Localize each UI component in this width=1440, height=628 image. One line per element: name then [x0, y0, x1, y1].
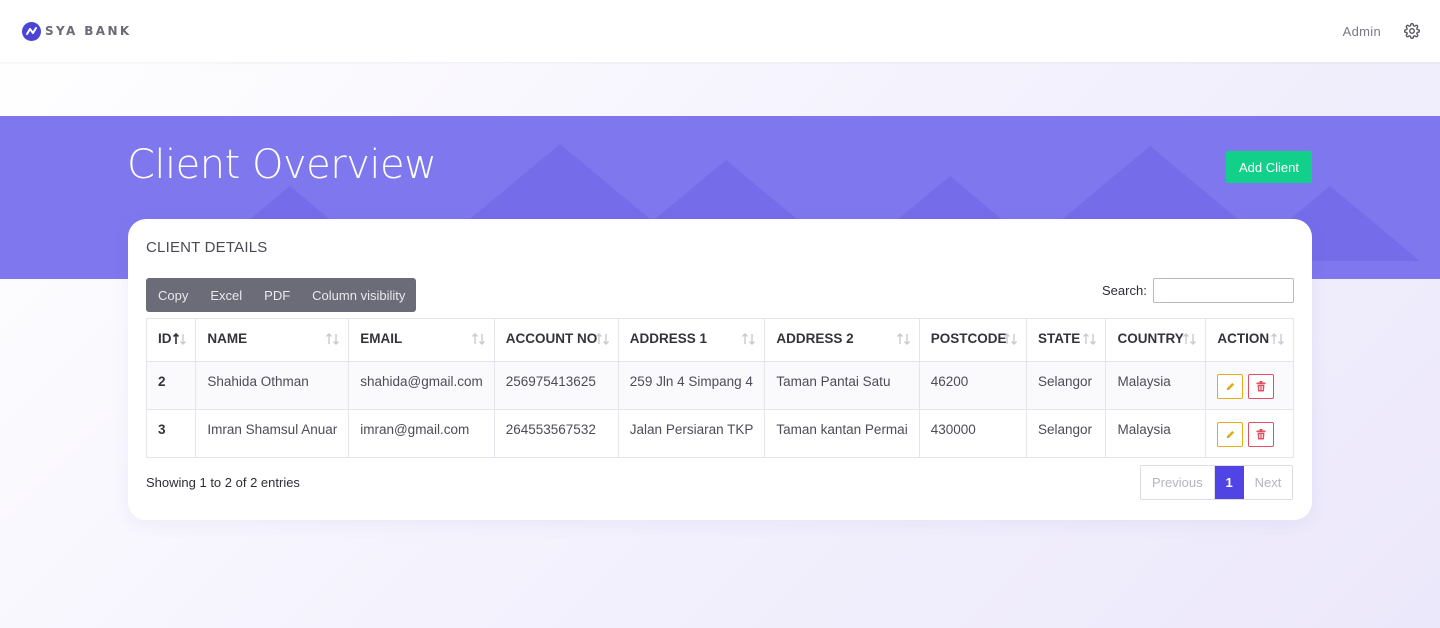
- brand[interactable]: SYA BANK: [22, 21, 132, 41]
- sort-arrows-icon: [1271, 333, 1284, 345]
- column-header-email[interactable]: EMAIL: [348, 318, 495, 362]
- card-title: CLIENT DETAILS: [146, 239, 268, 256]
- add-client-button[interactable]: Add Client: [1226, 151, 1312, 183]
- sort-arrows-icon: [595, 333, 609, 345]
- table-info: Showing 1 to 2 of 2 entries: [146, 475, 300, 490]
- cell-name: Imran Shamsul Anuar: [195, 409, 350, 458]
- trash-icon: [1256, 429, 1266, 440]
- sort-arrows-icon: [896, 333, 910, 345]
- excel-button[interactable]: Excel: [199, 278, 253, 312]
- cell-action: [1205, 409, 1294, 458]
- copy-button[interactable]: Copy: [146, 278, 199, 312]
- cell-address-2: Taman Pantai Satu: [764, 361, 920, 410]
- sort-arrows-icon: [326, 333, 340, 345]
- sort-asc-icon: [173, 332, 187, 345]
- page-title: Client Overview: [127, 142, 437, 188]
- gear-icon[interactable]: [1403, 23, 1420, 40]
- cell-address-1: 259 Jln 4 Simpang 4: [617, 361, 766, 410]
- column-header-id[interactable]: ID: [145, 318, 197, 362]
- search-label: Search:: [1102, 283, 1147, 298]
- brand-logo-icon: [22, 21, 41, 41]
- sort-arrows-icon: [471, 333, 485, 345]
- cell-postcode: 46200: [918, 361, 1027, 410]
- hero-decoration: [1060, 146, 1240, 221]
- sort-arrows-icon: [742, 333, 756, 345]
- column-header-address-2[interactable]: ADDRESS 2: [764, 318, 920, 362]
- client-details-card: CLIENT DETAILS Copy Excel PDF Column vis…: [128, 219, 1312, 520]
- brand-name: SYA BANK: [45, 24, 132, 38]
- column-visibility-button[interactable]: Column visibility: [301, 278, 416, 312]
- column-header-state[interactable]: STATE: [1025, 318, 1107, 362]
- export-button-group: Copy Excel PDF Column visibility: [146, 278, 417, 312]
- cell-state: Selangor: [1025, 409, 1107, 458]
- cell-name: Shahida Othman: [195, 361, 350, 410]
- cell-account-no: 264553567532: [493, 409, 619, 458]
- trash-icon: [1256, 381, 1266, 392]
- cell-address-2: Taman kantan Permai: [764, 409, 920, 458]
- pdf-button[interactable]: PDF: [253, 278, 301, 312]
- sort-arrows-icon: [1003, 333, 1017, 345]
- sort-arrows-icon: [1083, 333, 1097, 345]
- edit-button[interactable]: [1217, 422, 1244, 447]
- delete-button[interactable]: [1248, 374, 1275, 399]
- cell-postcode: 430000: [918, 409, 1027, 458]
- search-input[interactable]: [1153, 278, 1294, 303]
- cell-action: [1205, 361, 1294, 410]
- hero-decoration: [470, 144, 650, 219]
- sort-arrows-icon: [1183, 333, 1197, 345]
- column-header-address-1[interactable]: ADDRESS 1: [617, 318, 766, 362]
- cell-email: imran@gmail.com: [348, 409, 495, 458]
- clients-table: ID NAME EMAIL ACCOUNT NO ADDRESS 1 ADDRE…: [145, 318, 1294, 458]
- pagination: Previous 1 Next: [1140, 465, 1294, 500]
- cell-id: 2: [145, 361, 197, 410]
- cell-country: Malaysia: [1105, 361, 1207, 410]
- page-1-button[interactable]: 1: [1214, 466, 1244, 499]
- cell-id: 3: [145, 409, 197, 458]
- cell-state: Selangor: [1025, 361, 1107, 410]
- cell-email: shahida@gmail.com: [348, 361, 495, 410]
- table-row: 2 Shahida Othman shahida@gmail.com 25697…: [145, 361, 1294, 410]
- column-header-account-no[interactable]: ACCOUNT NO: [493, 318, 619, 362]
- column-header-country[interactable]: COUNTRY: [1105, 318, 1207, 362]
- pencil-icon: [1226, 382, 1235, 391]
- table-header-row: ID NAME EMAIL ACCOUNT NO ADDRESS 1 ADDRE…: [145, 318, 1294, 362]
- column-header-action[interactable]: ACTION: [1205, 318, 1294, 362]
- delete-button[interactable]: [1248, 422, 1275, 447]
- cell-account-no: 256975413625: [493, 361, 619, 410]
- table-row: 3 Imran Shamsul Anuar imran@gmail.com 26…: [145, 409, 1294, 458]
- cell-country: Malaysia: [1105, 409, 1207, 458]
- pencil-icon: [1226, 430, 1235, 439]
- column-header-name[interactable]: NAME: [195, 318, 350, 362]
- next-page-button[interactable]: Next: [1243, 466, 1293, 499]
- admin-link[interactable]: Admin: [1343, 24, 1381, 39]
- cell-address-1: Jalan Persiaran TKP: [617, 409, 766, 458]
- previous-page-button[interactable]: Previous: [1141, 466, 1215, 499]
- top-navbar: SYA BANK Admin: [0, 0, 1440, 62]
- edit-button[interactable]: [1217, 374, 1244, 399]
- column-header-postcode[interactable]: POSTCODE: [918, 318, 1027, 362]
